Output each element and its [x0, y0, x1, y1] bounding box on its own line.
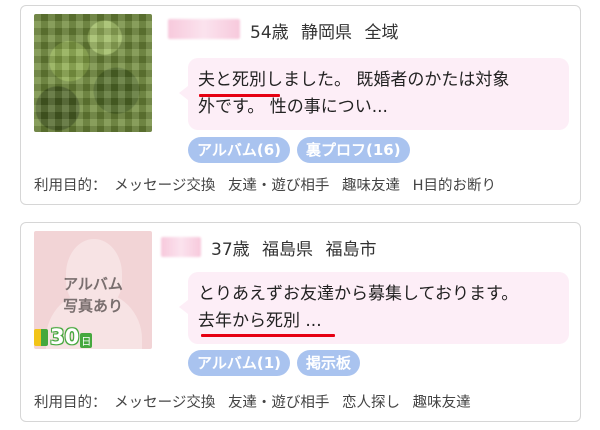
profile-photo-placeholder[interactable]: アルバム 写真あり 30 日	[34, 231, 152, 349]
message-highlight: 去年から死別	[198, 311, 300, 331]
username-blurred	[161, 237, 201, 257]
age: 37歳	[211, 240, 250, 260]
profile-photo-blurred[interactable]	[34, 14, 152, 132]
area: 福島市	[325, 240, 377, 260]
purpose-item: メッセージ交換	[114, 178, 216, 194]
purpose-row: 利用目的： メッセージ交換 友達・遊び相手 趣味友達 H目的お断り	[34, 174, 504, 195]
highlight-underline	[199, 94, 280, 97]
message-line-2: 外です。 性の事につい...	[198, 97, 388, 117]
tag-list: アルバム(6) 裏プロフ(16)	[188, 137, 410, 163]
area: 全域	[364, 23, 399, 43]
mosaic-image	[34, 14, 152, 132]
secret-profile-tag[interactable]: 裏プロフ(16)	[297, 137, 410, 163]
purpose-item: 恋人探し	[342, 395, 401, 411]
beginner-leaf-icon	[34, 327, 48, 347]
age: 54歳	[250, 23, 289, 43]
purpose-item: 友達・遊び相手	[227, 178, 330, 194]
days-count: 30	[50, 325, 80, 349]
album-tag[interactable]: アルバム(6)	[188, 137, 290, 163]
purpose-item: メッセージ交換	[114, 395, 216, 411]
tag-list: アルバム(1) 掲示板	[188, 350, 361, 376]
album-tag[interactable]: アルバム(1)	[188, 350, 290, 376]
message-highlight: 夫と死別	[198, 70, 266, 90]
prefecture: 静岡県	[301, 23, 353, 43]
username-blurred	[168, 19, 240, 39]
new-member-badge: 30 日	[34, 325, 104, 349]
purpose-row: 利用目的： メッセージ交換 友達・遊び相手 恋人探し 趣味友達	[34, 391, 479, 412]
profile-header: 37歳 福島県 福島市	[211, 235, 383, 260]
album-label: アルバム	[63, 275, 123, 293]
highlight-underline	[201, 334, 335, 337]
purpose-item: 趣味友達	[342, 178, 401, 194]
message-line-2: 去年から死別 ...	[198, 311, 322, 331]
profile-header: 54歳 静岡県 全域	[250, 18, 405, 43]
prefecture: 福島県	[262, 240, 314, 260]
bulletin-board-tag[interactable]: 掲示板	[297, 350, 361, 376]
purpose-item: 趣味友達	[412, 395, 471, 411]
days-unit: 日	[80, 332, 93, 348]
profile-card[interactable]: 54歳 静岡県 全域 夫と死別しました。 既婚者のかたは対象 外です。 性の事に…	[20, 5, 581, 205]
photo-available-label: 写真あり	[62, 297, 123, 315]
purpose-item: 友達・遊び相手	[227, 395, 330, 411]
message-line-1: とりあえずお友達から募集しております。	[198, 284, 519, 304]
purpose-item: H目的お断り	[412, 178, 497, 194]
purpose-label: 利用目的：	[34, 395, 107, 411]
purpose-label: 利用目的：	[34, 178, 107, 194]
profile-card[interactable]: アルバム 写真あり 30 日 37歳 福島県 福島市 とりあえずお友達から募集し…	[20, 222, 581, 422]
message-line-1: 夫と死別しました。 既婚者のかたは対象	[198, 70, 510, 90]
